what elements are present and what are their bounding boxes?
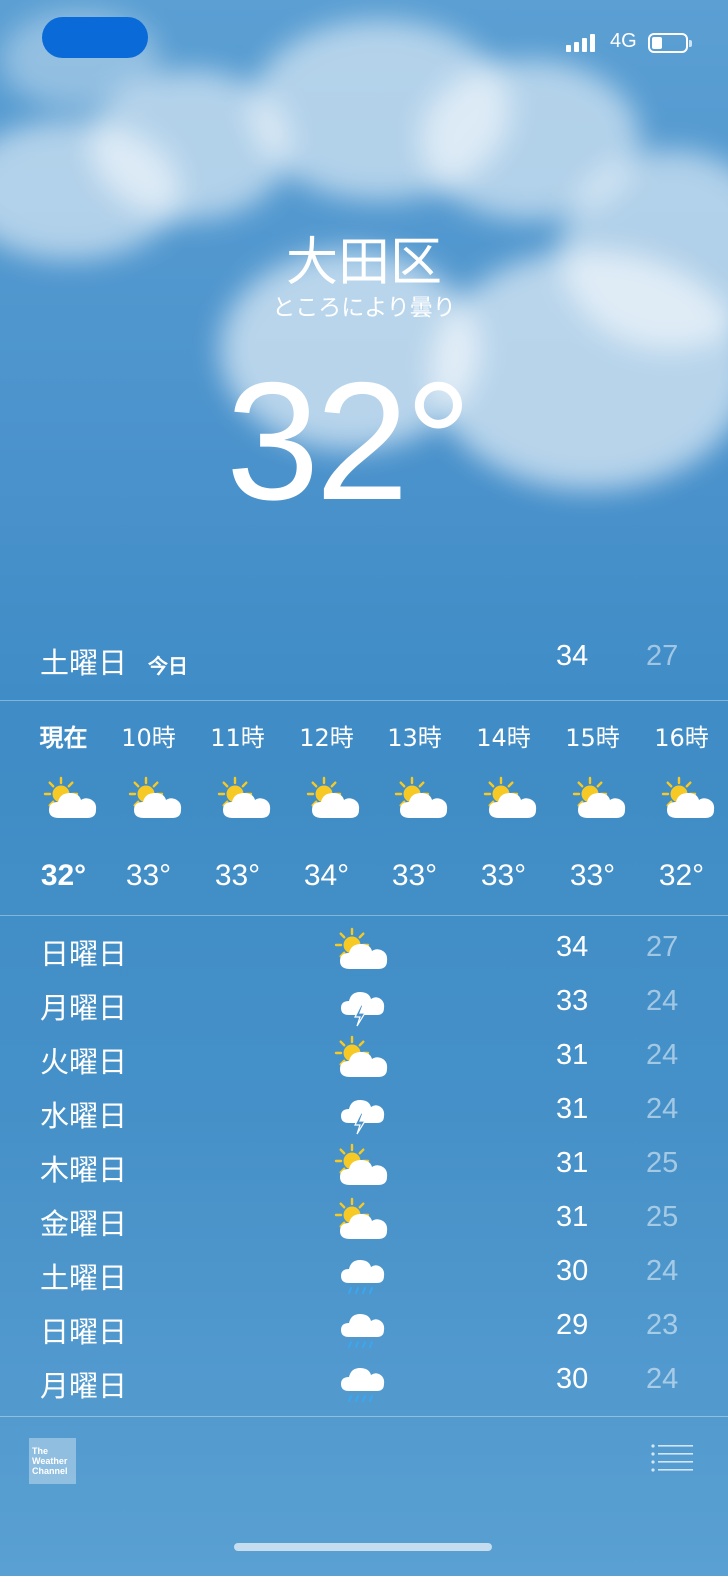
hour-temp: 32° <box>658 859 705 892</box>
today-day: 土曜日 <box>40 646 128 680</box>
day-name: 月曜日 <box>40 991 128 1025</box>
day-name: 水曜日 <box>40 1099 128 1133</box>
battery-icon <box>648 33 692 53</box>
hour-temp: 33° <box>569 859 616 892</box>
day-low: 24 <box>646 1093 679 1125</box>
day-high: 31 <box>556 1039 589 1071</box>
hour-time: 12時 <box>299 724 354 752</box>
daily-row: 火曜日 31 24 <box>0 1033 728 1087</box>
daily-row: 日曜日 34 27 <box>0 925 728 979</box>
day-name: 木曜日 <box>40 1153 128 1187</box>
day-name: 火曜日 <box>40 1045 128 1079</box>
daily-row: 水曜日 31 24 <box>0 1087 728 1141</box>
hour-time: 現在 <box>39 724 88 752</box>
day-name: 月曜日 <box>40 1369 128 1403</box>
list-icon[interactable] <box>650 1442 694 1474</box>
hour-item: 10時 33° <box>104 702 193 914</box>
hour-temp: 33° <box>125 859 172 892</box>
daily-row: 日曜日 29 23 <box>0 1303 728 1357</box>
day-low: 24 <box>646 1255 679 1287</box>
day-low: 25 <box>646 1147 679 1179</box>
hour-time: 13時 <box>387 724 442 752</box>
day-low: 24 <box>646 985 679 1017</box>
hour-time: 11時 <box>210 724 265 752</box>
divider <box>0 915 728 916</box>
current-temperature: 32° <box>226 347 472 535</box>
hour-temp: 34° <box>303 859 350 892</box>
today-summary: 土曜日 今日 34 27 <box>0 640 728 700</box>
daily-row: 金曜日 31 25 <box>0 1195 728 1249</box>
logo-line: Weather <box>32 1456 68 1466</box>
day-low: 24 <box>646 1039 679 1071</box>
partly-cloudy-icon <box>661 776 715 818</box>
partly-cloudy-icon <box>217 776 271 818</box>
partly-cloudy-icon <box>483 776 537 818</box>
hour-temp: 33° <box>480 859 527 892</box>
logo-line: The <box>32 1446 49 1456</box>
day-high: 30 <box>556 1363 589 1395</box>
network-type: 4G <box>610 30 637 52</box>
day-high: 33 <box>556 985 589 1017</box>
partly-cloudy-icon <box>334 1035 388 1077</box>
day-high: 31 <box>556 1093 589 1125</box>
partly-cloudy-icon <box>128 776 182 818</box>
hour-item: 現在 32° <box>19 702 108 914</box>
hour-time: 10時 <box>121 724 176 752</box>
partly-cloudy-icon <box>334 927 388 969</box>
hour-item: 16時 32° <box>637 702 726 914</box>
partly-cloudy-icon <box>572 776 626 818</box>
signal-strength-icon <box>566 34 595 52</box>
divider <box>0 1416 728 1417</box>
call-status-pill[interactable] <box>42 17 148 58</box>
day-name: 土曜日 <box>40 1261 128 1295</box>
day-high: 29 <box>556 1309 589 1341</box>
daily-row: 月曜日 33 24 <box>0 979 728 1033</box>
hour-item: 13時 33° <box>370 702 459 914</box>
daily-row: 土曜日 30 24 <box>0 1249 728 1303</box>
home-indicator[interactable] <box>234 1543 492 1551</box>
day-low: 23 <box>646 1309 679 1341</box>
daily-row: 木曜日 31 25 <box>0 1141 728 1195</box>
partly-cloudy-icon <box>43 776 97 818</box>
divider <box>0 700 728 701</box>
partly-cloudy-icon <box>394 776 448 818</box>
day-low: 24 <box>646 1363 679 1395</box>
hour-item: 14時 33° <box>459 702 548 914</box>
day-name: 金曜日 <box>40 1207 128 1241</box>
hour-time: 16時 <box>654 724 709 752</box>
today-low: 27 <box>646 640 679 672</box>
hour-item: 11時 33° <box>193 702 282 914</box>
weather-channel-logo[interactable]: The Weather Channel <box>29 1438 76 1484</box>
thunderstorm-icon <box>341 1100 385 1135</box>
logo-line: Channel <box>32 1466 68 1476</box>
day-name: 日曜日 <box>40 937 128 971</box>
partly-cloudy-icon <box>334 1143 388 1185</box>
hour-temp: 33° <box>214 859 261 892</box>
current-condition: ところにより曇り <box>272 295 456 321</box>
thunderstorm-icon <box>341 992 385 1027</box>
hour-item: 15時 33° <box>548 702 637 914</box>
hour-temp: 33° <box>391 859 438 892</box>
hour-time: 14時 <box>476 724 531 752</box>
day-high: 34 <box>556 931 589 963</box>
day-high: 30 <box>556 1255 589 1287</box>
hour-time: 15時 <box>565 724 620 752</box>
today-high: 34 <box>556 640 589 672</box>
day-low: 25 <box>646 1201 679 1233</box>
hour-item: 12時 34° <box>282 702 371 914</box>
hour-temp: 32° <box>40 859 87 892</box>
day-high: 31 <box>556 1147 589 1179</box>
rain-icon <box>341 1260 385 1294</box>
daily-row: 月曜日 30 24 <box>0 1357 728 1411</box>
day-low: 27 <box>646 931 679 963</box>
partly-cloudy-icon <box>306 776 360 818</box>
rain-icon <box>341 1368 385 1402</box>
partly-cloudy-icon <box>334 1197 388 1239</box>
today-tag: 今日 <box>148 654 188 678</box>
rain-icon <box>341 1314 385 1348</box>
city-name: 大田区 <box>285 233 442 293</box>
day-high: 31 <box>556 1201 589 1233</box>
day-name: 日曜日 <box>40 1315 128 1349</box>
